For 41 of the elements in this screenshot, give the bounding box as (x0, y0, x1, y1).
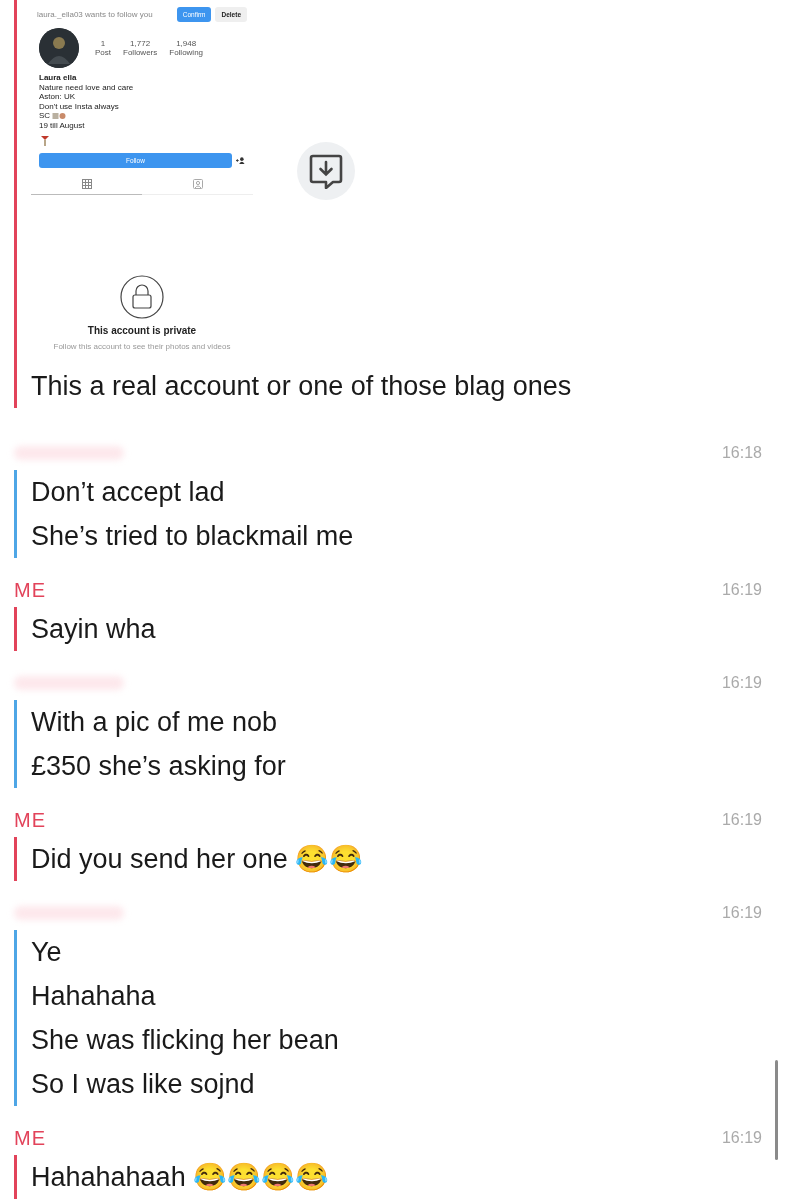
message-time: 16:19 (721, 904, 762, 922)
private-account-text: Follow this account to see their photos and videos (53, 342, 231, 351)
message-time: 16:19 (721, 811, 762, 829)
message-text: Hahahahaah 😂😂😂😂 (31, 1161, 331, 1194)
download-icon (309, 153, 343, 189)
cocktail-icon (41, 135, 49, 147)
sender-name: ME (14, 1126, 46, 1150)
bio-line: Nature need love and care (39, 82, 134, 92)
sender-name: ME (14, 578, 46, 602)
message-text: This a real account or one of those blag ones (31, 370, 573, 403)
message-text: Hahahaha (31, 980, 157, 1013)
message-text: She was flicking her bean (31, 1024, 340, 1057)
avatar-icon (39, 28, 79, 68)
lock-icon (120, 275, 164, 319)
emoji-icons (52, 112, 67, 120)
message-text: She’s tried to blackmail me (31, 520, 355, 553)
message-text: £350 she’s asking for (31, 750, 287, 783)
message-time: 16:19 (721, 674, 762, 692)
profile-stat: 1,948 Following (169, 39, 204, 57)
bio-line: 19 till August (39, 120, 85, 130)
message-time: 16:18 (721, 444, 762, 462)
message-text: Don’t accept lad (31, 476, 226, 509)
bio-line: SC (39, 111, 51, 121)
add-person-icon[interactable] (236, 156, 245, 165)
profile-stat: 1,772 Followers (123, 39, 158, 57)
message-text: Ye (31, 936, 63, 969)
private-account-title: This account is private (87, 325, 197, 336)
scrollbar[interactable] (775, 1060, 778, 1160)
sender-name: ME (14, 808, 46, 832)
message-text: With a pic of me nob (31, 706, 279, 739)
message-text: Did you send her one 😂😂 (31, 843, 365, 876)
message-text: So I was like sojnd (31, 1068, 256, 1101)
follow-request-text: laura._ella03 wants to follow you (37, 10, 154, 19)
bio-line: Don't use Insta always (39, 101, 119, 111)
message-time: 16:19 (721, 1129, 762, 1147)
message-time: 16:19 (721, 581, 762, 599)
grid-icon[interactable] (81, 179, 92, 189)
message-text: Sayin wha (31, 613, 157, 646)
profile-name: Laura ella (39, 73, 78, 83)
bio-line: Aston: UK (39, 92, 75, 101)
profile-stat: 1 Post (95, 39, 111, 57)
